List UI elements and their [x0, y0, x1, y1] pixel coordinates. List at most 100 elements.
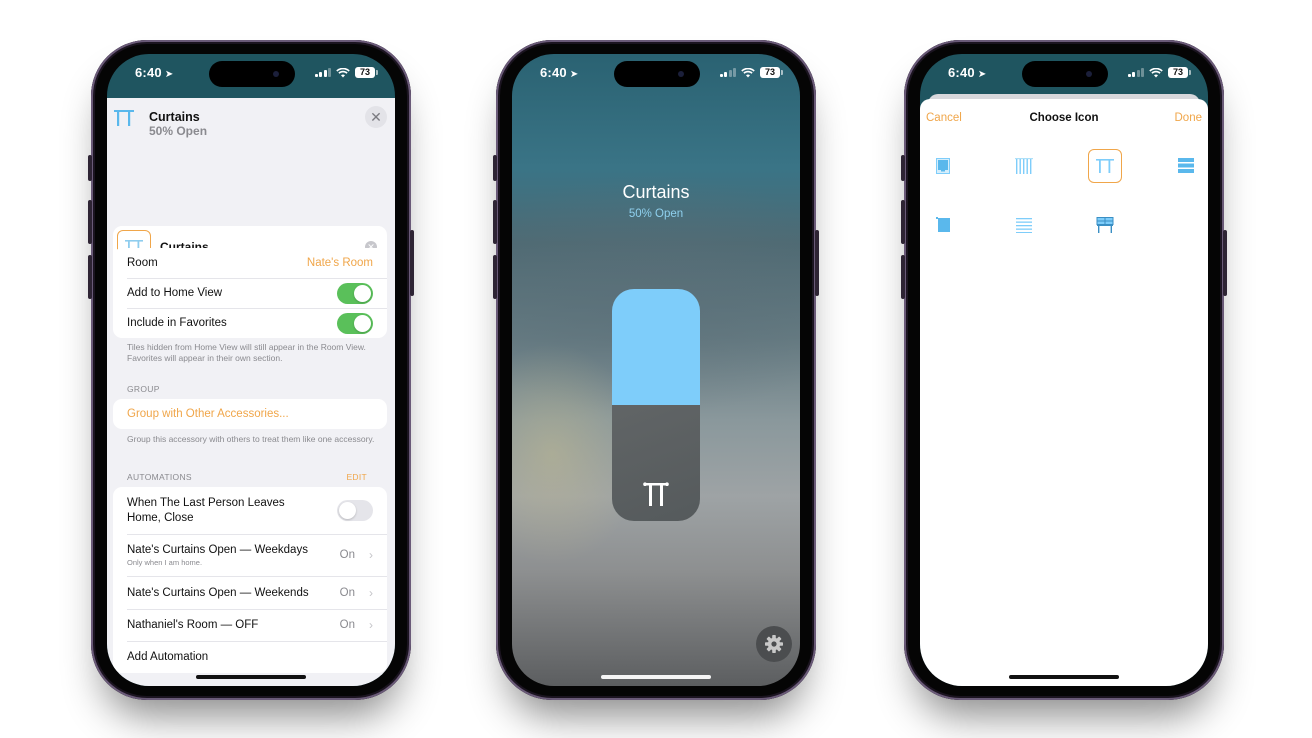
room-row[interactable]: Room Nate's Room [113, 248, 387, 278]
choose-icon-screen: 6:40 ➤ 73 Cancel Choose Icon Done [920, 54, 1208, 686]
location-arrow-icon: ➤ [164, 69, 174, 80]
automations-list: When The Last Person Leaves Home, Close … [113, 487, 387, 673]
accessory-settings-sheet: Curtains 50% Open ✕ Curtains ✕ Room Nate… [107, 98, 395, 686]
settings-button[interactable] [756, 626, 792, 662]
automation-title: Nathaniel's Room — OFF [127, 619, 259, 631]
icon-option-vertical-blinds[interactable] [1007, 149, 1041, 183]
status-bar: 6:40 ➤ 73 [512, 54, 800, 100]
dynamic-island [1022, 61, 1108, 87]
roller-shade-icon [936, 217, 950, 232]
room-value[interactable]: Nate's Room [307, 257, 373, 269]
home-indicator[interactable] [196, 675, 306, 679]
icon-option-roller-shade[interactable] [926, 208, 960, 242]
curtains-icon [1096, 159, 1114, 173]
automation-title: Nate's Curtains Open — Weekends [127, 586, 309, 599]
wifi-icon [741, 67, 755, 77]
control-screen: 6:40 ➤ 73 Curtains 50% Open [512, 54, 800, 686]
settings-screen: 6:40 ➤ 73 Curtains 50% Open ✕ Curtains ✕… [107, 54, 395, 686]
automation-title: When The Last Person Leaves Home, Close [127, 496, 285, 524]
location-arrow-icon: ➤ [569, 69, 579, 80]
location-arrow-icon: ➤ [977, 69, 987, 80]
close-icon: ✕ [370, 109, 382, 125]
action-button [901, 155, 905, 181]
icon-option-awning[interactable] [1088, 208, 1122, 242]
choose-icon-sheet: Cancel Choose Icon Done [920, 99, 1208, 686]
volume-down-button [901, 255, 905, 299]
gear-icon [765, 635, 783, 653]
sheet-title: Choose Icon [1029, 112, 1099, 124]
room-label: Room [127, 257, 158, 269]
status-bar: 6:40 ➤ 73 [107, 54, 395, 100]
status-time: 6:40 ➤ [540, 65, 579, 80]
home-indicator[interactable] [601, 675, 711, 679]
automation-item[interactable]: Nate's Curtains Open — Weekends On › [113, 576, 387, 609]
position-slider[interactable] [612, 289, 700, 521]
home-view-label: Add to Home View [127, 287, 223, 299]
home-view-row: Add to Home View [113, 278, 387, 308]
add-automation-button[interactable]: Add Automation [113, 641, 387, 673]
battery-indicator: 73 [760, 67, 783, 78]
cellular-signal-icon [314, 68, 331, 77]
accessory-title: Curtains [149, 110, 200, 124]
chevron-right-icon: › [369, 548, 373, 562]
done-button[interactable]: Done [1175, 112, 1203, 124]
wifi-icon [336, 67, 350, 77]
action-button [493, 155, 497, 181]
battery-indicator: 73 [355, 67, 378, 78]
group-accessories-button[interactable]: Group with Other Accessories... [113, 399, 387, 429]
automation-item[interactable]: Nathaniel's Room — OFF On › [113, 609, 387, 641]
general-settings-group: Room Nate's Room Add to Home View Includ… [113, 248, 387, 338]
chevron-right-icon: › [369, 618, 373, 632]
favorites-label: Include in Favorites [127, 317, 227, 329]
cellular-signal-icon [1127, 68, 1144, 77]
home-view-toggle[interactable] [337, 282, 373, 304]
close-button[interactable]: ✕ [365, 106, 387, 128]
venetian-blinds-icon [1016, 218, 1032, 233]
curtains-icon [114, 110, 134, 126]
power-button [410, 230, 414, 296]
add-automation-label: Add Automation [127, 651, 209, 663]
chevron-right-icon: › [369, 585, 373, 600]
icon-option-horizontal-blinds[interactable] [1169, 149, 1203, 183]
volume-up-button [493, 200, 497, 244]
automations-section-header: AUTOMATIONS [127, 472, 192, 482]
curtains-icon [643, 482, 669, 506]
automation-status: On [339, 549, 355, 561]
awning-icon [1096, 217, 1114, 233]
power-button [1223, 230, 1227, 296]
group-section: Group with Other Accessories... [113, 399, 387, 429]
automation-subtitle: Only when I am home. [127, 557, 203, 567]
slider-fill [612, 289, 700, 405]
icon-option-window-shade[interactable] [926, 149, 960, 183]
general-footer: Tiles hidden from Home View will still a… [127, 342, 366, 363]
accessory-title: Curtains [622, 182, 690, 202]
battery-indicator: 73 [1168, 67, 1191, 78]
group-footer: Group this accessory with others to trea… [127, 434, 375, 444]
status-time: 6:40 ➤ [948, 65, 987, 80]
home-indicator[interactable] [1009, 675, 1119, 679]
automation-status: On [339, 619, 355, 631]
status-time: 6:40 ➤ [135, 65, 174, 80]
power-button [815, 230, 819, 296]
icon-option-venetian-blinds[interactable] [1007, 208, 1041, 242]
automation-title: Nate's Curtains Open — Weekdays [127, 543, 308, 556]
automation-item: When The Last Person Leaves Home, Close [113, 487, 387, 534]
phone-choose-icon: 6:40 ➤ 73 Cancel Choose Icon Done [901, 40, 1227, 700]
volume-up-button [88, 200, 92, 244]
accessory-status: 50% Open [628, 208, 684, 220]
icon-option-curtains[interactable] [1088, 149, 1122, 183]
horizontal-blinds-icon [1178, 158, 1194, 173]
dynamic-island [209, 61, 295, 87]
wifi-icon [1149, 67, 1163, 77]
favorites-toggle[interactable] [337, 312, 373, 334]
vertical-blinds-icon [1015, 158, 1033, 174]
edit-automations-button[interactable]: EDIT [346, 472, 367, 482]
automation-status: On [339, 586, 355, 599]
window-shade-icon [936, 158, 950, 174]
automation-toggle[interactable] [337, 500, 373, 521]
favorites-row: Include in Favorites [113, 308, 387, 338]
dynamic-island [614, 61, 700, 87]
action-button [88, 155, 92, 181]
accessory-status: 50% Open [149, 124, 208, 138]
automation-item[interactable]: Nate's Curtains Open — Weekdays Only whe… [113, 534, 387, 576]
